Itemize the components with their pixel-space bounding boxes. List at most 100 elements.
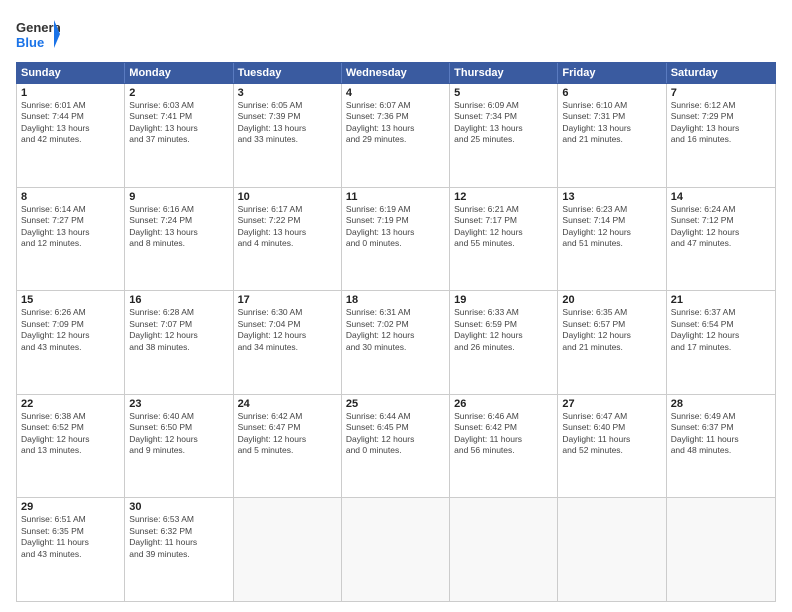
cell-info-line: and 21 minutes. [562,342,661,353]
cal-cell-2-4: 11Sunrise: 6:19 AMSunset: 7:19 PMDayligh… [342,188,450,291]
cell-info-line: Daylight: 12 hours [21,330,120,341]
day-number: 11 [346,191,445,203]
cell-info-line: and 9 minutes. [129,445,228,456]
cell-info-line: Daylight: 13 hours [346,227,445,238]
cell-info-line: Daylight: 13 hours [238,123,337,134]
day-number: 22 [21,398,120,410]
cell-info-line: Sunset: 7:19 PM [346,215,445,226]
day-number: 23 [129,398,228,410]
cal-cell-3-6: 20Sunrise: 6:35 AMSunset: 6:57 PMDayligh… [558,291,666,394]
cell-info-line: Sunset: 7:09 PM [21,319,120,330]
cell-info-line: Sunset: 6:37 PM [671,422,771,433]
cell-info-line: Sunset: 7:34 PM [454,111,553,122]
cal-cell-3-5: 19Sunrise: 6:33 AMSunset: 6:59 PMDayligh… [450,291,558,394]
day-number: 14 [671,191,771,203]
cell-info-line: Sunrise: 6:05 AM [238,100,337,111]
cell-info-line: Daylight: 13 hours [671,123,771,134]
cell-info-line: and 29 minutes. [346,134,445,145]
cell-info-line: and 48 minutes. [671,445,771,456]
cell-info-line: Sunrise: 6:42 AM [238,411,337,422]
header: General Blue [16,16,776,52]
cell-info-line: Sunrise: 6:51 AM [21,514,120,525]
cell-info-line: Sunset: 6:50 PM [129,422,228,433]
header-day-saturday: Saturday [667,63,775,83]
calendar-header: SundayMondayTuesdayWednesdayThursdayFrid… [16,62,776,84]
cell-info-line: Sunrise: 6:28 AM [129,307,228,318]
cell-info-line: and 43 minutes. [21,549,120,560]
cell-info-line: and 25 minutes. [454,134,553,145]
day-number: 9 [129,191,228,203]
day-number: 28 [671,398,771,410]
day-number: 16 [129,294,228,306]
cell-info-line: Daylight: 13 hours [21,123,120,134]
day-number: 27 [562,398,661,410]
cell-info-line: Sunrise: 6:17 AM [238,204,337,215]
day-number: 30 [129,501,228,513]
cal-cell-5-4 [342,498,450,601]
day-number: 1 [21,87,120,99]
cell-info-line: and 38 minutes. [129,342,228,353]
cell-info-line: and 51 minutes. [562,238,661,249]
cell-info-line: Sunset: 6:40 PM [562,422,661,433]
cal-cell-3-7: 21Sunrise: 6:37 AMSunset: 6:54 PMDayligh… [667,291,775,394]
cell-info-line: Sunrise: 6:33 AM [454,307,553,318]
logo: General Blue [16,16,60,52]
cell-info-line: Sunrise: 6:16 AM [129,204,228,215]
cell-info-line: Daylight: 11 hours [562,434,661,445]
cell-info-line: Sunrise: 6:21 AM [454,204,553,215]
cell-info-line: Daylight: 11 hours [21,537,120,548]
cell-info-line: Sunrise: 6:38 AM [21,411,120,422]
cell-info-line: Sunrise: 6:30 AM [238,307,337,318]
cal-cell-2-1: 8Sunrise: 6:14 AMSunset: 7:27 PMDaylight… [17,188,125,291]
cell-info-line: Sunset: 6:54 PM [671,319,771,330]
cell-info-line: Sunrise: 6:12 AM [671,100,771,111]
cell-info-line: Sunset: 6:52 PM [21,422,120,433]
cal-cell-1-7: 7Sunrise: 6:12 AMSunset: 7:29 PMDaylight… [667,84,775,187]
cell-info-line: and 39 minutes. [129,549,228,560]
cell-info-line: Daylight: 12 hours [562,330,661,341]
cell-info-line: Sunset: 7:17 PM [454,215,553,226]
cell-info-line: Daylight: 11 hours [454,434,553,445]
cell-info-line: and 0 minutes. [346,238,445,249]
cell-info-line: Daylight: 11 hours [671,434,771,445]
cell-info-line: and 0 minutes. [346,445,445,456]
cell-info-line: Daylight: 12 hours [129,434,228,445]
cell-info-line: Sunset: 6:47 PM [238,422,337,433]
day-number: 17 [238,294,337,306]
cal-cell-4-2: 23Sunrise: 6:40 AMSunset: 6:50 PMDayligh… [125,395,233,498]
cell-info-line: Sunrise: 6:49 AM [671,411,771,422]
cell-info-line: Daylight: 12 hours [671,330,771,341]
cell-info-line: Sunset: 6:32 PM [129,526,228,537]
cal-cell-5-5 [450,498,558,601]
cal-cell-3-1: 15Sunrise: 6:26 AMSunset: 7:09 PMDayligh… [17,291,125,394]
cell-info-line: Daylight: 12 hours [238,434,337,445]
cell-info-line: and 17 minutes. [671,342,771,353]
day-number: 12 [454,191,553,203]
cal-cell-1-5: 5Sunrise: 6:09 AMSunset: 7:34 PMDaylight… [450,84,558,187]
cell-info-line: Sunrise: 6:10 AM [562,100,661,111]
cell-info-line: Sunset: 7:44 PM [21,111,120,122]
cell-info-line: and 13 minutes. [21,445,120,456]
cell-info-line: Sunset: 7:39 PM [238,111,337,122]
cell-info-line: Sunrise: 6:07 AM [346,100,445,111]
cal-cell-4-7: 28Sunrise: 6:49 AMSunset: 6:37 PMDayligh… [667,395,775,498]
cell-info-line: and 30 minutes. [346,342,445,353]
cell-info-line: Sunset: 6:57 PM [562,319,661,330]
cell-info-line: and 56 minutes. [454,445,553,456]
cell-info-line: Daylight: 12 hours [671,227,771,238]
calendar-row-1: 1Sunrise: 6:01 AMSunset: 7:44 PMDaylight… [17,84,775,188]
cell-info-line: and 21 minutes. [562,134,661,145]
cell-info-line: Sunrise: 6:40 AM [129,411,228,422]
cell-info-line: Daylight: 13 hours [346,123,445,134]
cell-info-line: Sunrise: 6:23 AM [562,204,661,215]
day-number: 8 [21,191,120,203]
cell-info-line: and 12 minutes. [21,238,120,249]
cell-info-line: Sunrise: 6:44 AM [346,411,445,422]
cell-info-line: and 47 minutes. [671,238,771,249]
cell-info-line: Sunrise: 6:01 AM [21,100,120,111]
day-number: 4 [346,87,445,99]
cell-info-line: Daylight: 12 hours [346,330,445,341]
header-day-wednesday: Wednesday [342,63,450,83]
cell-info-line: Sunset: 7:27 PM [21,215,120,226]
header-day-monday: Monday [125,63,233,83]
